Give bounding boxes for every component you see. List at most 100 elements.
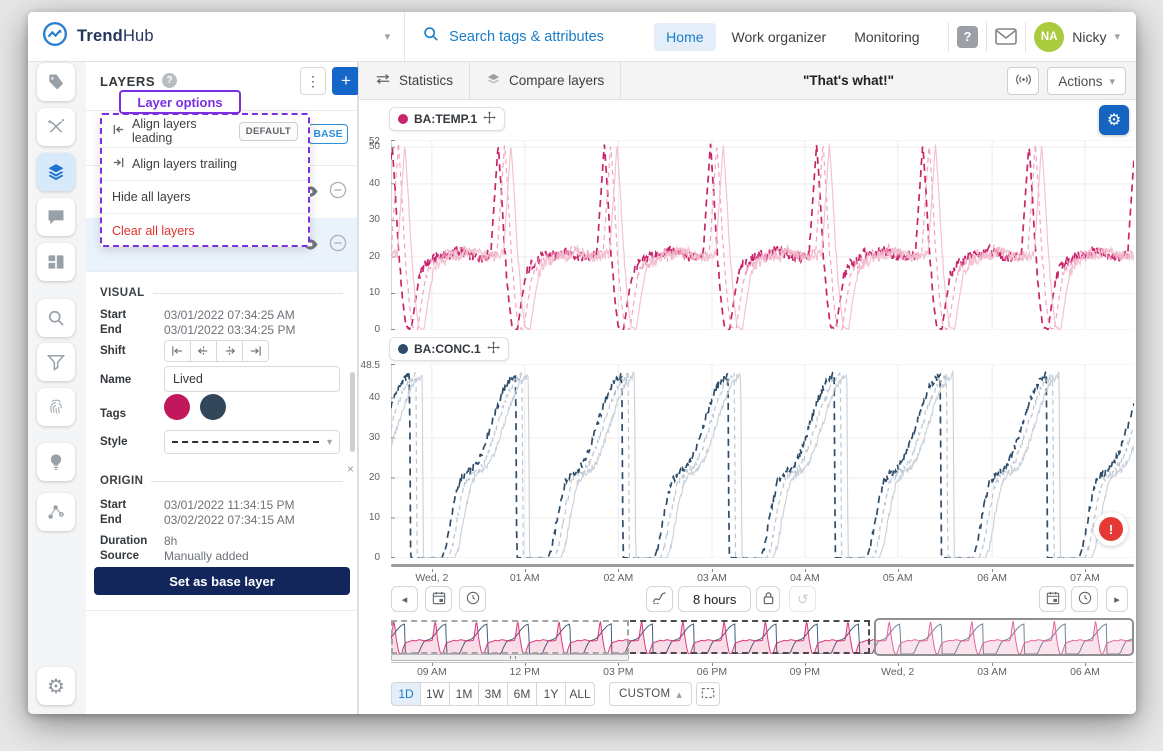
- compare-layers-button[interactable]: Compare layers: [470, 62, 621, 99]
- chart-settings-button[interactable]: ⚙: [1099, 105, 1129, 135]
- y-tick-label: 48.5: [361, 360, 380, 371]
- base-layer-badge: BASE: [308, 124, 348, 144]
- rail-item-calculations[interactable]: [37, 108, 75, 146]
- panel-scrollbar[interactable]: [350, 372, 355, 452]
- start-date-button[interactable]: [425, 586, 452, 612]
- search-input[interactable]: [449, 29, 636, 45]
- y-tick-label: 30: [369, 214, 380, 225]
- history-reset-button[interactable]: ↺: [789, 586, 816, 612]
- rail-item-layers[interactable]: [37, 153, 75, 191]
- history-icon: ↺: [797, 591, 809, 608]
- panel-help-icon[interactable]: ?: [162, 73, 177, 88]
- end-time-button[interactable]: [1071, 586, 1098, 612]
- y-tick-label: 0: [374, 324, 380, 335]
- magnifier-icon: [46, 308, 66, 328]
- actions-button[interactable]: Actions ▾: [1047, 67, 1126, 95]
- search-icon: [423, 26, 439, 47]
- chevron-down-icon: ▾: [1109, 75, 1115, 88]
- field-label: End: [100, 324, 122, 336]
- pan-right-button[interactable]: ▸: [1106, 586, 1128, 612]
- range-6m-button[interactable]: 6M: [507, 682, 537, 706]
- close-icon[interactable]: ×: [347, 462, 354, 476]
- rail-item-comments[interactable]: [37, 198, 75, 236]
- origin-source-value: Manually added: [164, 549, 249, 563]
- shift-left-button[interactable]: [190, 340, 217, 362]
- range-1y-button[interactable]: 1Y: [536, 682, 566, 706]
- lock-duration-button[interactable]: [756, 586, 780, 612]
- tag-color-dot[interactable]: [200, 394, 226, 420]
- broadcast-button[interactable]: [1007, 67, 1039, 95]
- layer-options-kebab-button[interactable]: ⋮: [300, 67, 326, 95]
- menu-item-clear-all[interactable]: Clear all layers: [102, 214, 308, 247]
- brand-chevron-down-icon[interactable]: ▾: [385, 30, 391, 43]
- rail-item-dashboard[interactable]: [37, 243, 75, 281]
- shift-right-button[interactable]: [216, 340, 243, 362]
- menu-item-hide-all[interactable]: Hide all layers: [102, 181, 308, 214]
- context-bar[interactable]: [391, 620, 1134, 654]
- range-3m-button[interactable]: 3M: [478, 682, 508, 706]
- set-as-base-layer-button[interactable]: Set as base layer: [94, 567, 350, 595]
- range-1m-button[interactable]: 1M: [449, 682, 479, 706]
- visual-section-heading: VISUAL: [100, 287, 343, 299]
- layer-tag-dots: [164, 394, 226, 420]
- y-axis-conc: 48.5403020100: [359, 364, 386, 558]
- tag-pill-temp[interactable]: BA:TEMP.1: [389, 107, 505, 131]
- remove-layer-icon[interactable]: [329, 234, 347, 252]
- custom-range-frame-button[interactable]: [696, 682, 720, 706]
- trendhub-logo-icon: [42, 21, 68, 52]
- end-date-button[interactable]: [1039, 586, 1066, 612]
- field-label: Tags: [100, 408, 126, 420]
- rail-item-settings[interactable]: ⚙: [37, 667, 75, 705]
- context-region-solid[interactable]: [874, 618, 1134, 656]
- user-menu[interactable]: NA Nicky ▾: [1034, 22, 1136, 52]
- menu-item-align-leading[interactable]: Align layers leading DEFAULT: [102, 115, 308, 148]
- x-axis-bar[interactable]: [391, 564, 1134, 567]
- tag-color-dot[interactable]: [164, 394, 190, 420]
- divider: [86, 610, 357, 611]
- view-title: "That's what!": [803, 62, 894, 99]
- range-custom-button[interactable]: CUSTOM ▴: [609, 682, 692, 706]
- nav-home[interactable]: Home: [654, 23, 715, 51]
- swap-arrows-icon: [375, 73, 391, 88]
- nav-monitoring[interactable]: Monitoring: [842, 23, 931, 51]
- chart-conc[interactable]: [391, 364, 1134, 558]
- x-tick-label: 03 PM: [588, 666, 648, 678]
- context-region-dashed-gray[interactable]: [391, 620, 629, 654]
- remove-layer-icon[interactable]: [329, 181, 347, 199]
- range-all-button[interactable]: ALL: [565, 682, 595, 706]
- range-1w-button[interactable]: 1W: [420, 682, 450, 706]
- chart-temp[interactable]: [391, 140, 1134, 330]
- shift-far-left-button[interactable]: [164, 340, 191, 362]
- add-layer-button[interactable]: +: [332, 67, 360, 95]
- trend-mode-button[interactable]: [646, 586, 673, 612]
- rail-item-fingerprint[interactable]: [37, 388, 75, 426]
- statistics-button[interactable]: Statistics: [359, 62, 470, 99]
- rail-item-filter[interactable]: [37, 343, 75, 381]
- brand[interactable]: TrendHub ▾: [28, 12, 405, 61]
- pan-left-button[interactable]: ◂: [391, 586, 418, 612]
- start-time-button[interactable]: [459, 586, 486, 612]
- rail-item-recommendations[interactable]: [37, 443, 75, 481]
- nav-work-organizer[interactable]: Work organizer: [720, 23, 839, 51]
- menu-item-label: Hide all layers: [112, 190, 191, 204]
- error-badge[interactable]: !: [1094, 512, 1128, 546]
- x-tick-label: 03 AM: [682, 572, 742, 584]
- range-1d-button[interactable]: 1D: [391, 682, 421, 706]
- layer-name-input[interactable]: [164, 366, 340, 392]
- context-region-dashed-dark[interactable]: [630, 620, 870, 654]
- rail-item-context[interactable]: [37, 493, 75, 531]
- move-icon[interactable]: [483, 111, 496, 127]
- duration-button[interactable]: 8 hours: [678, 586, 751, 612]
- rail-item-tags[interactable]: [37, 63, 75, 101]
- x-tick-label: 01 AM: [495, 572, 555, 584]
- mail-icon[interactable]: [995, 28, 1017, 45]
- move-icon[interactable]: [487, 341, 500, 357]
- rail-item-search[interactable]: [37, 299, 75, 337]
- menu-item-align-trailing[interactable]: Align layers trailing: [102, 148, 308, 181]
- app-window: TrendHub ▾ Home Work organizer Monitorin…: [28, 12, 1136, 714]
- context-scroll-handle[interactable]: [391, 654, 629, 661]
- shift-far-right-button[interactable]: [242, 340, 269, 362]
- tag-pill-conc[interactable]: BA:CONC.1: [389, 337, 509, 361]
- line-style-select[interactable]: ▾: [164, 430, 340, 454]
- help-icon[interactable]: ?: [957, 26, 979, 48]
